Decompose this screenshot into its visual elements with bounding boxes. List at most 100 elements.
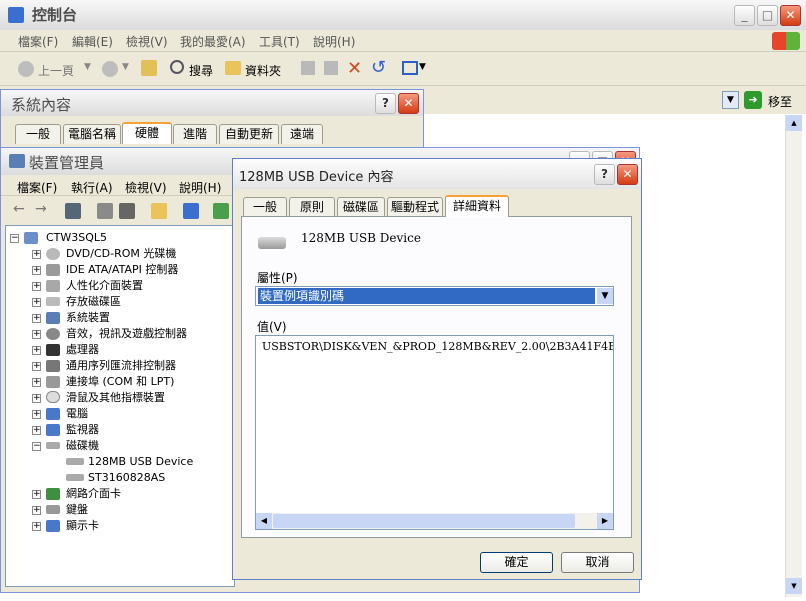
keyboard-icon [46,505,60,514]
menu-help[interactable]: 說明(H) [179,179,221,196]
help-button[interactable]: ? [375,93,396,114]
scan-hardware-icon[interactable] [183,203,199,219]
minimize-button[interactable]: _ [734,5,755,26]
control-panel-scrollbar[interactable]: ▲ ▼ [785,115,802,597]
expand-icon[interactable]: + [32,314,41,323]
value-list[interactable]: USBSTOR\DISK&VEN_&PROD_128MB&REV_2.00\2B… [255,335,614,530]
expand-icon[interactable]: + [32,522,41,531]
menu-view[interactable]: 檢視(V) [126,33,168,50]
copy-to-icon[interactable] [324,61,338,75]
menu-tools[interactable]: 工具(T) [259,33,300,50]
device-manager-title: 裝置管理員 [29,154,105,172]
scroll-down-icon[interactable]: ▼ [786,578,802,594]
control-panel-title: 控制台 [32,6,78,24]
back-button-label[interactable]: 上一頁 [38,62,74,79]
back-arrow-icon[interactable] [18,61,34,77]
back-arrow-icon[interactable]: ← [13,201,25,217]
close-button[interactable]: ✕ [617,164,638,185]
menu-file[interactable]: 檔案(F) [18,33,58,50]
chevron-down-icon[interactable]: ▼ [597,288,613,304]
expand-icon[interactable]: + [32,346,41,355]
print-icon[interactable] [119,203,135,219]
folders-icon[interactable] [225,61,241,75]
menu-view[interactable]: 檢視(V) [125,179,167,196]
expand-icon[interactable]: + [32,490,41,499]
expand-icon[interactable]: + [32,266,41,275]
expand-icon[interactable]: + [32,282,41,291]
tree-item-label: 通用序列匯流排控制器 [66,359,176,372]
display-adapter-icon [46,520,60,532]
expand-icon[interactable]: + [32,394,41,403]
tab-general[interactable]: 一般 [15,124,61,144]
expand-icon[interactable]: + [32,378,41,387]
tab-remote[interactable]: 遠端 [281,124,323,144]
cancel-button[interactable]: 取消 [561,552,634,573]
tab-automatic-updates[interactable]: 自動更新 [219,124,279,144]
back-dropdown-icon[interactable]: ▼ [84,62,91,72]
forward-dropdown-icon[interactable]: ▼ [122,62,129,72]
tab-hardware[interactable]: 硬體 [122,122,172,144]
undo-icon[interactable]: ↺ [371,57,386,78]
scroll-left-icon[interactable]: ◀ [256,513,272,529]
properties-icon[interactable] [97,203,113,219]
move-to-icon[interactable] [301,61,315,75]
menu-help[interactable]: 說明(H) [313,33,355,50]
go-arrow-icon[interactable]: ➜ [744,91,762,109]
sound-icon [46,328,60,340]
address-dropdown-icon[interactable]: ▼ [722,91,739,109]
tab-volumes[interactable]: 磁碟區 [337,197,385,217]
ok-button[interactable]: 確定 [480,552,553,573]
search-icon[interactable] [170,60,184,74]
disk-drive-icon [66,458,84,465]
expand-icon[interactable]: + [32,362,41,371]
tab-computer-name[interactable]: 電腦名稱 [63,124,121,144]
expand-icon[interactable]: + [32,410,41,419]
folders-button-label[interactable]: 資料夾 [245,62,281,79]
search-button-label[interactable]: 搜尋 [189,62,213,79]
menu-favorites[interactable]: 我的最愛(A) [180,33,246,50]
collapse-icon[interactable]: − [32,442,41,451]
tab-general[interactable]: 一般 [243,197,287,217]
value-list-item[interactable]: USBSTOR\DISK&VEN_&PROD_128MB&REV_2.00\2B… [262,340,613,353]
tab-advanced[interactable]: 進階 [173,124,217,144]
close-button[interactable]: ✕ [780,5,801,26]
tab-details[interactable]: 詳細資料 [445,195,509,217]
device-properties-titlebar[interactable]: 128MB USB Device 內容 ? ✕ [233,159,641,189]
up-folder-icon[interactable] [141,60,157,76]
delete-icon[interactable]: ✕ [347,58,362,79]
go-button-label[interactable]: 移至 [768,93,792,110]
help-button[interactable]: ? [594,164,615,185]
control-panel-titlebar[interactable]: 控制台 _ □ ✕ [0,0,806,30]
menu-edit[interactable]: 編輯(E) [72,33,113,50]
views-dropdown-icon[interactable]: ▼ [419,62,426,72]
tree-item-label: 音效，視訊及遊戲控制器 [66,327,187,340]
collapse-icon[interactable]: − [10,234,19,243]
menu-file[interactable]: 檔案(F) [17,179,57,196]
expand-icon[interactable]: + [32,298,41,307]
close-button[interactable]: ✕ [398,93,419,114]
system-properties-titlebar[interactable]: 系統內容 ? ✕ [1,90,423,116]
tab-driver[interactable]: 驅動程式 [387,197,443,217]
tab-policies[interactable]: 原則 [289,197,335,217]
update-driver-icon[interactable] [213,203,229,219]
property-select-value: 裝置例項識別碼 [258,288,595,304]
console-tree-icon[interactable] [65,203,81,219]
tree-item-label: 存放磁碟區 [66,295,121,308]
expand-icon[interactable]: + [32,330,41,339]
control-panel-menubar: 檔案(F) 編輯(E) 檢視(V) 我的最愛(A) 工具(T) 說明(H) [0,30,806,52]
maximize-button[interactable]: □ [757,5,778,26]
help-icon[interactable] [151,203,167,219]
forward-arrow-icon[interactable] [102,61,118,77]
menu-action[interactable]: 執行(A) [71,179,113,196]
forward-arrow-icon[interactable]: → [35,201,47,217]
views-icon[interactable] [402,61,418,75]
scroll-right-icon[interactable]: ▶ [597,513,613,529]
scroll-thumb[interactable] [273,514,575,528]
expand-icon[interactable]: + [32,426,41,435]
scroll-up-icon[interactable]: ▲ [786,115,802,131]
property-select[interactable]: 裝置例項識別碼 ▼ [255,286,614,306]
tree-item-label: 顯示卡 [66,519,99,532]
expand-icon[interactable]: + [32,250,41,259]
horizontal-scrollbar[interactable]: ◀ ▶ [256,513,613,529]
expand-icon[interactable]: + [32,506,41,515]
